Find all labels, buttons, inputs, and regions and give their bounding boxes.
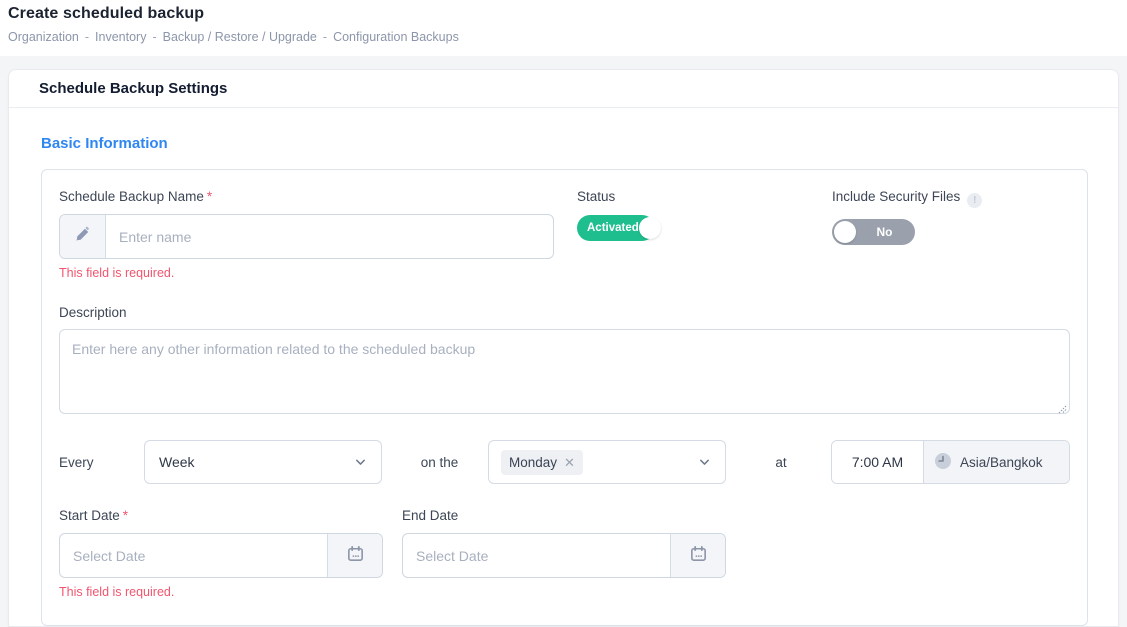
status-toggle-label: Activated — [587, 222, 639, 234]
timezone-addon: Asia/Bangkok — [924, 441, 1069, 483]
end-date-input-group — [402, 533, 726, 578]
timezone-label: Asia/Bangkok — [960, 455, 1043, 470]
on-the-label: on the — [417, 455, 462, 470]
status-label: Status — [577, 190, 832, 204]
start-date-input-group — [59, 533, 383, 578]
security-toggle-label: No — [856, 225, 913, 239]
clock-icon — [934, 452, 952, 473]
schedule-backup-name-label: Schedule Backup Name* — [59, 190, 554, 204]
day-select[interactable]: Monday ✕ — [488, 440, 726, 484]
start-date-field-group: Start Date* — [59, 509, 383, 599]
card-header: Schedule Backup Settings — [9, 70, 1118, 108]
day-chip-value: Monday — [509, 455, 557, 470]
page-header: Create scheduled backup Organization - I… — [0, 0, 1127, 56]
required-asterisk: * — [123, 508, 128, 523]
name-error-message: This field is required. — [59, 266, 554, 280]
info-icon[interactable]: ! — [967, 193, 982, 208]
schedule-backup-name-input[interactable] — [106, 215, 553, 258]
chevron-down-icon — [354, 456, 367, 469]
basic-information-box: Schedule Backup Name* — [41, 169, 1088, 626]
day-chip: Monday ✕ — [501, 450, 583, 475]
end-date-calendar-button[interactable] — [670, 534, 725, 577]
include-security-files-toggle[interactable]: No — [832, 219, 915, 245]
required-asterisk: * — [207, 189, 212, 204]
status-toggle[interactable]: Activated — [577, 215, 655, 241]
description-label: Description — [59, 306, 1070, 320]
breadcrumb-item-organization[interactable]: Organization — [8, 30, 79, 44]
include-security-files-label: Include Security Files! — [832, 190, 1070, 208]
breadcrumb-separator: - — [323, 30, 327, 44]
breadcrumb-item-backup-restore-upgrade[interactable]: Backup / Restore / Upgrade — [163, 30, 317, 44]
breadcrumb-separator: - — [152, 30, 156, 44]
chevron-down-icon — [698, 456, 711, 469]
end-date-label: End Date — [402, 509, 726, 523]
breadcrumb: Organization - Inventory - Backup / Rest… — [8, 30, 1119, 44]
end-date-field-group: End Date — [402, 509, 726, 599]
schedule-row: Every Week on the Monday ✕ — [59, 440, 1070, 484]
dates-row: Start Date* — [59, 509, 1070, 599]
card-body: Basic Information Schedule Backup Name* — [9, 135, 1118, 626]
every-label: Every — [59, 455, 99, 470]
resize-handle[interactable] — [1058, 405, 1067, 414]
schedule-backup-settings-card: Schedule Backup Settings Basic Informati… — [8, 69, 1119, 627]
frequency-value: Week — [159, 454, 195, 470]
row-name-status-security: Schedule Backup Name* — [59, 190, 1070, 280]
section-title-basic-information: Basic Information — [41, 135, 1088, 152]
breadcrumb-item-inventory[interactable]: Inventory — [95, 30, 146, 44]
description-field-group: Description — [59, 306, 1070, 419]
start-date-error-message: This field is required. — [59, 585, 383, 599]
description-textarea-wrap — [59, 329, 1070, 419]
schedule-backup-name-field-group: Schedule Backup Name* — [59, 190, 554, 280]
breadcrumb-item-configuration-backups[interactable]: Configuration Backups — [333, 30, 459, 44]
calendar-icon — [346, 544, 365, 568]
pencil-icon — [74, 226, 91, 248]
schedule-backup-name-input-group — [59, 214, 554, 259]
toggle-knob — [834, 221, 856, 243]
name-input-addon — [60, 215, 106, 258]
breadcrumb-separator: - — [85, 30, 89, 44]
end-date-input[interactable] — [403, 534, 670, 577]
at-label: at — [773, 455, 789, 470]
start-date-label: Start Date* — [59, 509, 383, 523]
time-input[interactable] — [832, 441, 924, 483]
start-date-calendar-button[interactable] — [327, 534, 382, 577]
time-input-group: Asia/Bangkok — [831, 440, 1070, 484]
status-field-group: Status Activated — [577, 190, 832, 280]
include-security-files-field-group: Include Security Files! No — [832, 190, 1070, 280]
toggle-knob — [639, 217, 661, 239]
close-icon[interactable]: ✕ — [564, 456, 575, 469]
calendar-icon — [689, 544, 708, 568]
frequency-select[interactable]: Week — [144, 440, 382, 484]
description-textarea[interactable] — [59, 329, 1070, 414]
page-title: Create scheduled backup — [8, 5, 1119, 23]
start-date-input[interactable] — [60, 534, 327, 577]
